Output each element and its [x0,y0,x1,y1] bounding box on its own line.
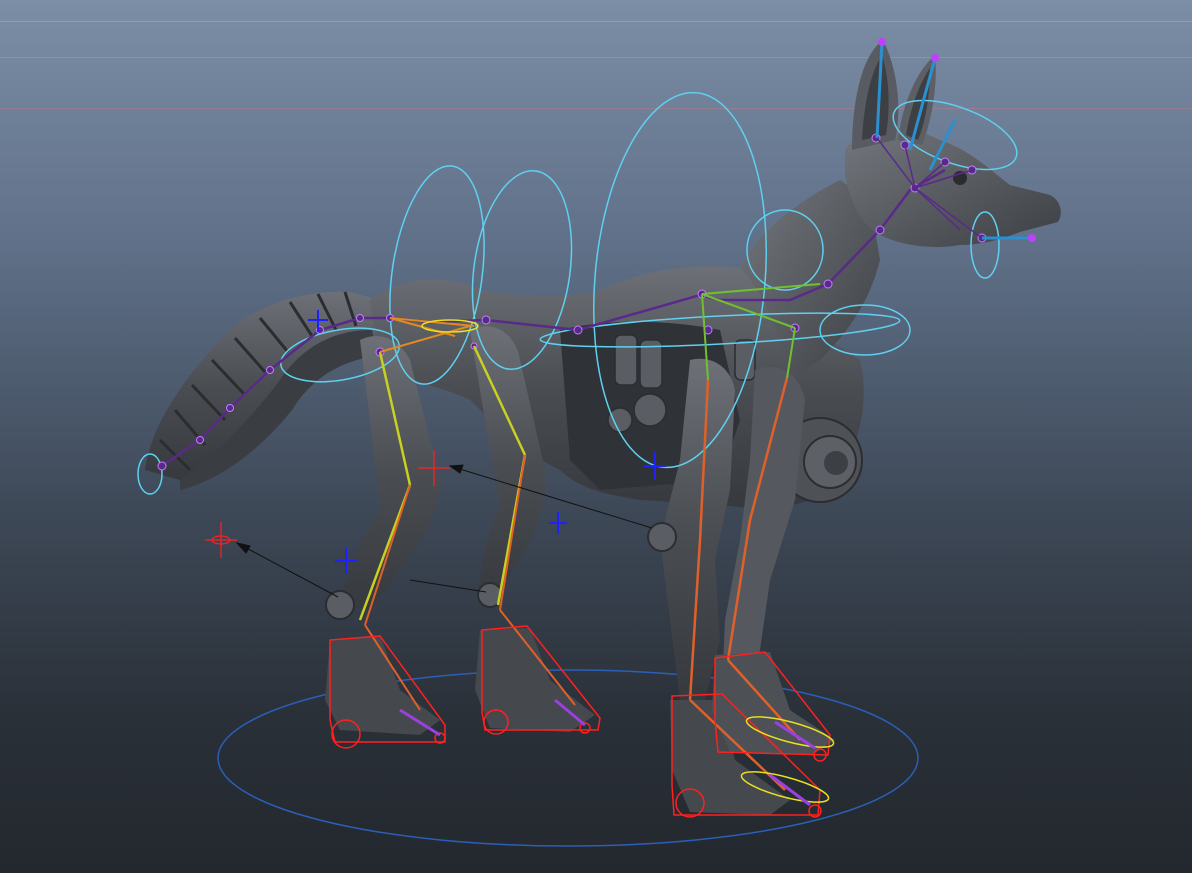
scene-canvas[interactable] [0,0,1192,873]
locator-mid [549,512,567,534]
3d-viewport[interactable] [0,0,1192,873]
pole-vector-back-left[interactable] [205,522,237,558]
fox-mesh[interactable] [145,40,1061,815]
